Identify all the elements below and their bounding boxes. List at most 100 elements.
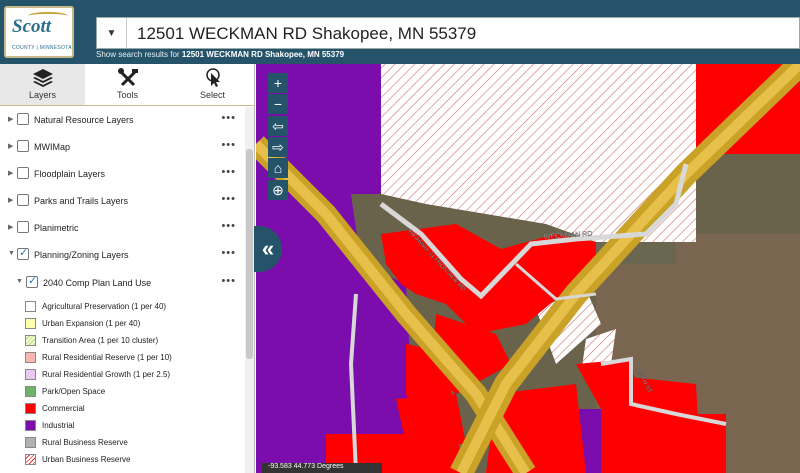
sidebar-tabs: Layers Tools Select [0, 64, 255, 106]
address-search-box[interactable]: ▼ 12501 WECKMAN RD Shakopee, MN 55379 [96, 17, 800, 49]
minus-icon: − [273, 96, 283, 112]
legend-item: Agricultural Preservation (1 per 40) [0, 298, 244, 315]
layer-label: MWIMap [34, 142, 70, 152]
layer-item[interactable]: ▼ Planning/Zoning Layers ••• [0, 242, 244, 269]
layer-label: 2040 Comp Plan Land Use [43, 278, 152, 288]
tab-tools[interactable]: Tools [85, 64, 170, 105]
layer-list-scrollbar[interactable] [245, 107, 254, 473]
legend-item: Park/Open Space [0, 383, 244, 400]
previous-extent-button[interactable]: ⇦ [268, 116, 288, 136]
layer-options-icon[interactable]: ••• [221, 166, 236, 178]
scott-county-logo[interactable]: Scott COUNTY | MINNESOTA [4, 6, 74, 58]
layer-checkbox[interactable] [17, 246, 29, 260]
legend-item: Rural Residential Growth (1 per 2.5) [0, 366, 244, 383]
legend-swatch [25, 318, 36, 329]
layer-item[interactable]: ▶ Natural Resource Layers ••• [0, 107, 244, 134]
layer-label: Planning/Zoning Layers [34, 250, 129, 260]
zoom-in-button[interactable]: + [268, 73, 288, 93]
legend-swatch [25, 386, 36, 397]
layer-options-icon[interactable]: ••• [221, 112, 236, 124]
legend-item: Rural Residential Reserve (1 per 10) [0, 349, 244, 366]
collapse-arrow-icon[interactable]: ▼ [8, 250, 15, 257]
layer-options-icon[interactable]: ••• [221, 275, 236, 287]
legend-swatch [25, 437, 36, 448]
layer-options-icon[interactable]: ••• [221, 247, 236, 259]
next-extent-button[interactable]: ⇨ [268, 137, 288, 157]
search-hint-prefix: Show search results for [96, 50, 180, 59]
home-icon: ⌂ [273, 160, 283, 176]
layer-checkbox[interactable] [17, 221, 29, 233]
legend-swatch [25, 403, 36, 414]
locate-button[interactable]: ⊕ [268, 180, 288, 200]
legend-label: Rural Business Reserve [42, 438, 128, 447]
map-canvas[interactable]: WECKMAN RD HIGHWAY 41 FRONTAGE RD 128TH … [256, 64, 800, 473]
zoom-out-button[interactable]: − [268, 94, 288, 114]
layer-label: Natural Resource Layers [34, 115, 134, 125]
legend-item: Rural Business Reserve [0, 434, 244, 451]
legend-item: Urban Business Reserve [0, 451, 244, 468]
layers-icon [32, 69, 53, 87]
layer-label: Floodplain Layers [34, 169, 106, 179]
app-header: Scott COUNTY | MINNESOTA ▼ 12501 WECKMAN… [0, 0, 800, 64]
tab-layers-label: Layers [28, 90, 56, 100]
collapse-arrow-icon[interactable]: ▼ [16, 278, 23, 285]
expand-arrow-icon[interactable]: ▶ [8, 115, 13, 123]
tools-icon [117, 68, 138, 87]
legend-swatch [25, 420, 36, 431]
sublayer-item[interactable]: ▼ 2040 Comp Plan Land Use ••• [0, 270, 244, 297]
legend-swatch [25, 352, 36, 363]
tab-layers[interactable]: Layers [0, 64, 85, 105]
sidebar-panel: Layers Tools Select ▶ Natural Resource La… [0, 64, 255, 473]
legend-label: Park/Open Space [42, 387, 106, 396]
legend-item: Urban Expansion (1 per 40) [0, 315, 244, 332]
logo-text: Scott [12, 16, 52, 37]
layer-item[interactable]: ▶ Floodplain Layers ••• [0, 161, 244, 188]
home-extent-button[interactable]: ⌂ [268, 158, 288, 178]
legend-label: Rural Residential Growth (1 per 2.5) [42, 370, 171, 379]
legend-label: Industrial [42, 421, 75, 430]
layer-item[interactable]: ▶ Parks and Trails Layers ••• [0, 188, 244, 215]
double-chevron-left-icon: « [261, 236, 275, 261]
tab-select-label: Select [199, 90, 225, 100]
search-hint[interactable]: Show search results for 12501 WECKMAN RD… [96, 50, 344, 59]
legend-label: Urban Expansion (1 per 40) [42, 319, 141, 328]
layer-list: ▶ Natural Resource Layers ••• ▶ MWIMap ••• ▶… [0, 107, 244, 473]
layer-checkbox[interactable] [17, 167, 29, 179]
tab-tools-label: Tools [116, 90, 138, 100]
legend-item: Transition Area (1 per 10 cluster) [0, 332, 244, 349]
tab-select[interactable]: Select [170, 64, 255, 105]
map-view[interactable]: WECKMAN RD HIGHWAY 41 FRONTAGE RD 128TH … [256, 64, 800, 473]
expand-arrow-icon[interactable]: ▶ [8, 223, 13, 231]
search-hint-value: 12501 WECKMAN RD Shakopee, MN 55379 [181, 50, 345, 59]
legend-swatch [25, 301, 36, 312]
expand-arrow-icon[interactable]: ▶ [8, 142, 13, 150]
coordinate-readout: -93.583 44.773 Degrees [262, 463, 382, 473]
scrollbar-thumb[interactable] [246, 149, 253, 359]
select-pointer-icon [205, 68, 220, 87]
legend-swatch [25, 369, 36, 380]
legend-label: Urban Business Reserve [42, 455, 131, 464]
layer-options-icon[interactable]: ••• [221, 220, 236, 232]
legend-label: Agricultural Preservation (1 per 40) [42, 302, 167, 311]
layer-checkbox[interactable] [17, 140, 29, 152]
expand-arrow-icon[interactable]: ▶ [8, 169, 13, 177]
legend-label: Transition Area (1 per 10 cluster) [42, 336, 159, 345]
layer-label: Parks and Trails Layers [34, 196, 129, 206]
search-dropdown-button[interactable]: ▼ [97, 18, 127, 48]
logo-subtext: COUNTY | MINNESOTA [12, 45, 72, 51]
legend-item: Industrial [0, 417, 244, 434]
layer-checkbox[interactable] [26, 274, 38, 288]
legend-label: Rural Residential Reserve (1 per 10) [42, 353, 172, 362]
expand-arrow-icon[interactable]: ▶ [8, 196, 13, 204]
search-input[interactable]: 12501 WECKMAN RD Shakopee, MN 55379 [137, 24, 476, 44]
layer-item[interactable]: ▶ Planimetric ••• [0, 215, 244, 242]
legend-label: Commercial [42, 404, 85, 413]
layer-checkbox[interactable] [17, 194, 29, 206]
layer-checkbox[interactable] [17, 113, 29, 125]
layer-options-icon[interactable]: ••• [221, 139, 236, 151]
legend-item: Commercial [0, 400, 244, 417]
layer-options-icon[interactable]: ••• [221, 193, 236, 205]
legend-swatch [25, 335, 36, 346]
layer-item[interactable]: ▶ MWIMap ••• [0, 134, 244, 161]
legend-swatch [25, 454, 36, 465]
